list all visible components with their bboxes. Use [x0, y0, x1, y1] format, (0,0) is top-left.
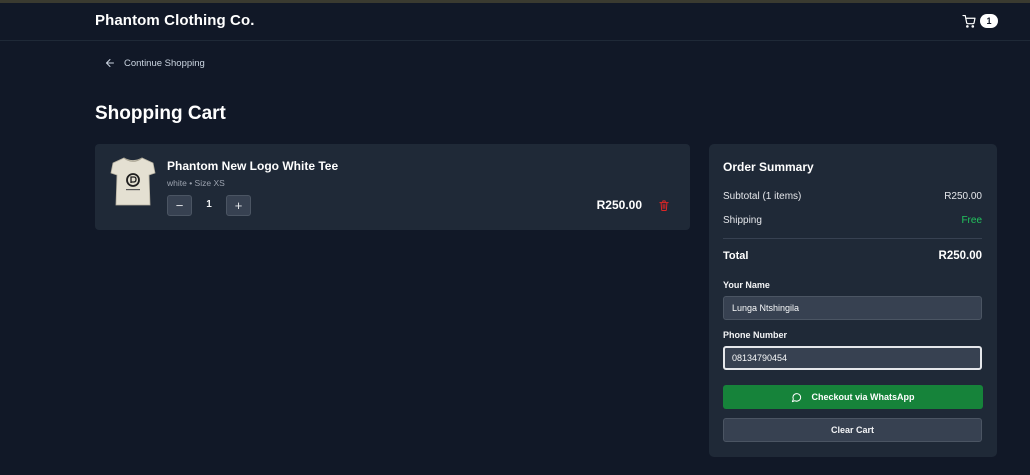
- product-thumbnail: [110, 157, 156, 206]
- checkout-whatsapp-button[interactable]: Checkout via WhatsApp: [723, 385, 983, 409]
- order-summary-title: Order Summary: [723, 160, 814, 174]
- checkout-whatsapp-label: Checkout via WhatsApp: [811, 392, 915, 402]
- continue-shopping-link[interactable]: Continue Shopping: [104, 56, 205, 70]
- total-label: Total: [723, 250, 749, 262]
- item-name[interactable]: Phantom New Logo White Tee: [167, 159, 338, 173]
- total-value: R250.00: [938, 250, 982, 262]
- page-title: Shopping Cart: [95, 103, 226, 124]
- shipping-label: Shipping: [723, 215, 762, 226]
- quantity-value: 1: [206, 199, 212, 210]
- name-field[interactable]: [723, 296, 982, 320]
- trash-icon[interactable]: [659, 200, 669, 211]
- quantity-decrease-button[interactable]: −: [167, 195, 192, 216]
- summary-divider: [723, 238, 982, 239]
- whatsapp-icon: [792, 392, 802, 402]
- subtotal-value: R250.00: [944, 191, 982, 202]
- order-summary-panel: Order Summary Subtotal (1 items) R250.00…: [709, 144, 997, 457]
- cart-count-badge: 1: [980, 14, 998, 28]
- arrow-left-icon: [106, 59, 114, 67]
- item-price: R250.00: [596, 198, 642, 212]
- subtotal-label: Subtotal (1 items): [723, 191, 802, 202]
- shopping-cart-icon: [962, 15, 976, 28]
- continue-shopping-label: Continue Shopping: [124, 57, 205, 69]
- site-header: Phantom Clothing Co. 1: [0, 3, 1030, 41]
- shipping-value: Free: [961, 215, 982, 226]
- cart-item-card: Phantom New Logo White Tee white • Size …: [95, 144, 690, 230]
- name-field-label: Your Name: [723, 280, 770, 290]
- item-variant: white • Size XS: [167, 178, 225, 188]
- cart-button[interactable]: 1: [962, 14, 998, 30]
- brand-logo-text[interactable]: Phantom Clothing Co.: [95, 12, 254, 29]
- phone-field-label: Phone Number: [723, 330, 788, 340]
- quantity-increase-button[interactable]: +: [226, 195, 251, 216]
- clear-cart-button[interactable]: Clear Cart: [723, 418, 982, 442]
- phone-field[interactable]: [723, 346, 982, 370]
